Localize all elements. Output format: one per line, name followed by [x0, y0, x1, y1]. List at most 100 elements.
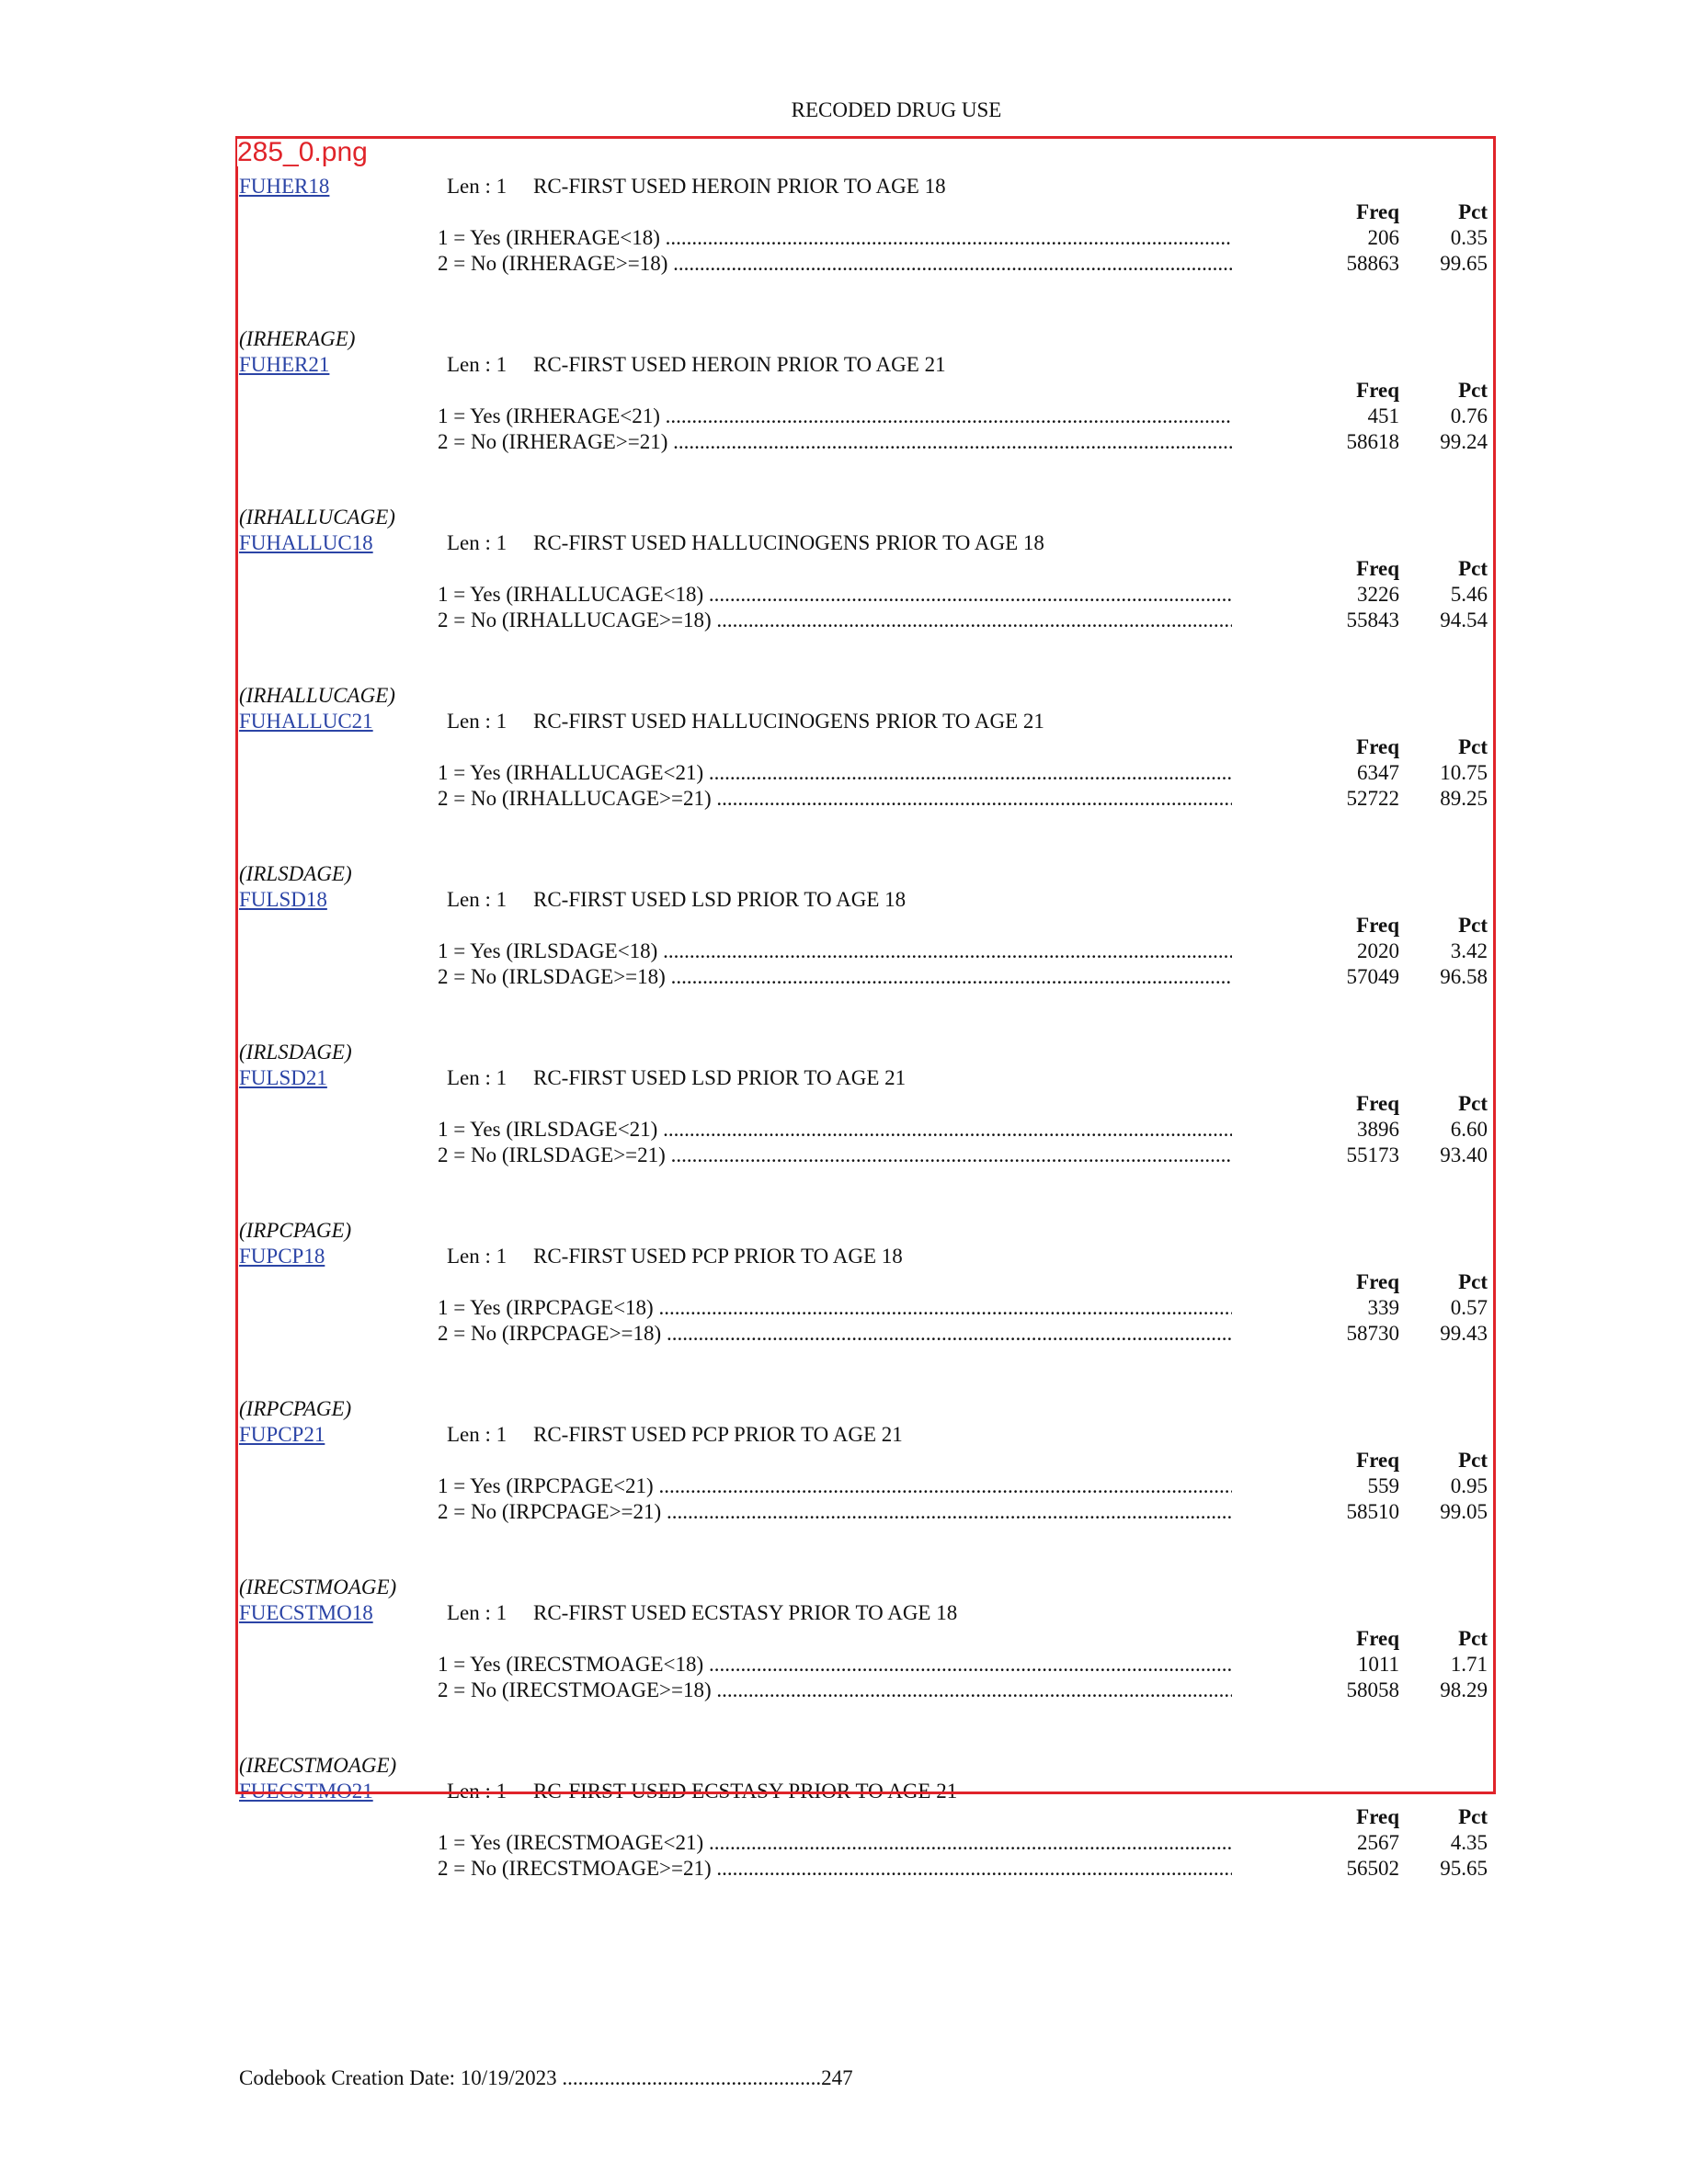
variable-description: RC-FIRST USED ECSTASY PRIOR TO AGE 21	[533, 1780, 958, 1803]
source-variable: (IRECSTMOAGE)	[239, 1754, 397, 1777]
freq-value: 58510	[1346, 1500, 1400, 1523]
variable-name-link[interactable]: FULSD18	[239, 888, 327, 912]
pct-value: 99.43	[1440, 1322, 1488, 1345]
value-row: 2 = No (IRHERAGE>=21) 58618 99.24	[0, 430, 1688, 456]
length-label: Len : 1	[447, 175, 508, 198]
pct-value: 4.35	[1450, 1831, 1488, 1854]
freq-column-header: Freq	[1356, 1270, 1399, 1293]
pct-column-header: Pct	[1458, 1627, 1488, 1650]
freq-column-header: Freq	[1356, 1627, 1399, 1650]
value-label: 1 = Yes (IRHALLUCAGE<18)	[438, 583, 1232, 607]
freq-value: 58058	[1346, 1678, 1400, 1701]
freq-value: 56502	[1346, 1857, 1400, 1880]
value-row: 1 = Yes (IRPCPAGE<18) 339 0.57	[0, 1296, 1688, 1322]
source-variable: (IRLSDAGE)	[239, 1041, 352, 1064]
value-label: 2 = No (IRHALLUCAGE>=18)	[438, 609, 1232, 632]
page-title: RECODED DRUG USE	[791, 98, 1002, 121]
image-filename-label: 285_0.png	[237, 137, 370, 167]
value-label: 2 = No (IRLSDAGE>=18)	[438, 965, 1232, 989]
value-row: 2 = No (IRECSTMOAGE>=21) 56502 95.65	[0, 1857, 1688, 1883]
value-label: 1 = Yes (IRECSTMOAGE<18)	[438, 1653, 1232, 1677]
value-row: 2 = No (IRLSDAGE>=18) 57049 96.58	[0, 965, 1688, 991]
pct-column-header: Pct	[1458, 735, 1488, 758]
pct-value: 0.35	[1450, 226, 1488, 249]
codebook-entry: (IRHERAGE) FUHER21 Len : 1 RC-FIRST USED HE…	[0, 327, 1688, 506]
variable-description: RC-FIRST USED LSD PRIOR TO AGE 21	[533, 1066, 907, 1089]
freq-value: 6347	[1357, 761, 1399, 784]
pct-column-header: Pct	[1458, 1092, 1488, 1115]
freq-value: 559	[1367, 1474, 1400, 1497]
variable-name-link[interactable]: FUHALLUC18	[239, 531, 373, 555]
length-label: Len : 1	[447, 1601, 508, 1624]
variable-name-link[interactable]: FUECSTMO21	[239, 1780, 373, 1803]
length-label: Len : 1	[447, 1423, 508, 1446]
pct-column-header: Pct	[1458, 200, 1488, 223]
value-row: 1 = Yes (IRLSDAGE<21) 3896 6.60	[0, 1118, 1688, 1143]
length-label: Len : 1	[447, 531, 508, 554]
variable-name-link[interactable]: FUPCP21	[239, 1423, 325, 1447]
pct-value: 93.40	[1440, 1143, 1488, 1166]
value-row: 2 = No (IRECSTMOAGE>=18) 58058 98.29	[0, 1678, 1688, 1704]
value-label: 1 = Yes (IRHERAGE<18)	[438, 226, 1232, 250]
freq-value: 55173	[1346, 1143, 1400, 1166]
variable-description: RC-FIRST USED PCP PRIOR TO AGE 21	[533, 1423, 903, 1446]
variable-description: RC-FIRST USED HALLUCINOGENS PRIOR TO AGE…	[533, 531, 1044, 554]
variable-name-link[interactable]: FUPCP18	[239, 1245, 325, 1268]
freq-value: 2020	[1357, 939, 1399, 962]
variable-name-link[interactable]: FUHER18	[239, 175, 329, 199]
value-label: 1 = Yes (IRHALLUCAGE<21)	[438, 761, 1232, 785]
codebook-entry: (IRHALLUCAGE) FUHALLUC21 Len : 1 RC-FIRST U…	[0, 684, 1688, 862]
value-label: 2 = No (IRECSTMOAGE>=21)	[438, 1857, 1232, 1881]
value-label: 1 = Yes (IRECSTMOAGE<21)	[438, 1831, 1232, 1855]
value-row: 1 = Yes (IRHALLUCAGE<21) 6347 10.75	[0, 761, 1688, 787]
value-label: 2 = No (IRPCPAGE>=18)	[438, 1322, 1232, 1346]
length-label: Len : 1	[447, 1780, 508, 1803]
pct-value: 99.24	[1440, 430, 1488, 453]
variable-name-link[interactable]: FUHER21	[239, 353, 329, 377]
value-row: 2 = No (IRHALLUCAGE>=18) 55843 94.54	[0, 609, 1688, 634]
length-label: Len : 1	[447, 1066, 508, 1089]
length-label: Len : 1	[447, 888, 508, 911]
codebook-entry: (IRPCPAGE) FUPCP18 Len : 1 RC-FIRST USED PC…	[0, 1219, 1688, 1397]
freq-value: 339	[1367, 1296, 1400, 1319]
freq-value: 1011	[1357, 1653, 1399, 1676]
value-label: 2 = No (IRECSTMOAGE>=18)	[438, 1678, 1232, 1702]
codebook-entry: (IRLSDAGE) FULSD21 Len : 1 RC-FIRST USED LS…	[0, 1041, 1688, 1219]
source-variable: (IRPCPAGE)	[239, 1219, 352, 1242]
pct-value: 0.57	[1450, 1296, 1488, 1319]
value-row: 2 = No (IRLSDAGE>=21) 55173 93.40	[0, 1143, 1688, 1169]
value-label: 1 = Yes (IRLSDAGE<21)	[438, 1118, 1232, 1142]
variable-name-link[interactable]: FUECSTMO18	[239, 1601, 373, 1625]
variable-name-link[interactable]: FULSD21	[239, 1066, 327, 1090]
pct-value: 96.58	[1440, 965, 1488, 988]
value-label: 2 = No (IRHALLUCAGE>=21)	[438, 787, 1232, 811]
pct-value: 10.75	[1440, 761, 1488, 784]
value-row: 1 = Yes (IRLSDAGE<18) 2020 3.42	[0, 939, 1688, 965]
variable-description: RC-FIRST USED LSD PRIOR TO AGE 18	[533, 888, 907, 911]
pct-value: 95.65	[1440, 1857, 1488, 1880]
source-variable: (IRLSDAGE)	[239, 862, 352, 885]
value-label: 1 = Yes (IRLSDAGE<18)	[438, 939, 1232, 963]
variable-description: RC-FIRST USED ECSTASY PRIOR TO AGE 18	[533, 1601, 958, 1624]
pct-value: 0.95	[1450, 1474, 1488, 1497]
codebook-entry: (IRECSTMOAGE) FUECSTMO21 Len : 1 RC-FIRST U…	[0, 1754, 1688, 1932]
pct-column-header: Pct	[1458, 1270, 1488, 1293]
value-row: 1 = Yes (IRECSTMOAGE<21) 2567 4.35	[0, 1831, 1688, 1857]
variable-description: RC-FIRST USED HEROIN PRIOR TO AGE 18	[533, 175, 946, 198]
pct-value: 5.46	[1450, 583, 1488, 606]
value-row: 1 = Yes (IRPCPAGE<21) 559 0.95	[0, 1474, 1688, 1500]
freq-value: 3896	[1357, 1118, 1399, 1141]
freq-column-header: Freq	[1356, 914, 1399, 937]
codebook-entry: (IRLSDAGE) FULSD18 Len : 1 RC-FIRST USED LS…	[0, 862, 1688, 1041]
freq-column-header: Freq	[1356, 200, 1399, 223]
variable-name-link[interactable]: FUHALLUC21	[239, 710, 373, 734]
value-label: 2 = No (IRLSDAGE>=21)	[438, 1143, 1232, 1167]
freq-value: 52722	[1346, 787, 1400, 810]
value-label: 2 = No (IRHERAGE>=21)	[438, 430, 1232, 454]
value-row: 2 = No (IRHERAGE>=18) 58863 99.65	[0, 252, 1688, 278]
freq-column-header: Freq	[1356, 735, 1399, 758]
freq-column-header: Freq	[1356, 1449, 1399, 1472]
variable-description: RC-FIRST USED HALLUCINOGENS PRIOR TO AGE…	[533, 710, 1044, 733]
value-row: 1 = Yes (IRHALLUCAGE<18) 3226 5.46	[0, 583, 1688, 609]
freq-column-header: Freq	[1356, 1092, 1399, 1115]
